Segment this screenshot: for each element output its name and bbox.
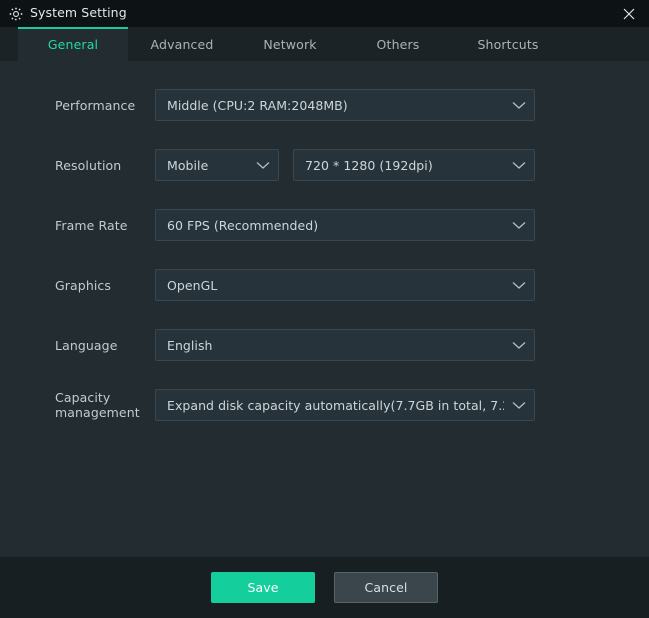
capacity-management-select[interactable]: Expand disk capacity automatically(7.7GB…: [155, 389, 535, 421]
frame-rate-select[interactable]: 60 FPS (Recommended): [155, 209, 535, 241]
chevron-down-icon: [504, 101, 534, 110]
resolution-size-select[interactable]: 720 * 1280 (192dpi): [293, 149, 535, 181]
chevron-down-icon: [504, 221, 534, 230]
chevron-down-icon: [248, 161, 278, 170]
label-language: Language: [55, 337, 118, 353]
row-resolution: Resolution Mobile 720 * 1280 (192dpi): [0, 149, 649, 181]
tab-general-label: General: [47, 36, 99, 52]
tab-shortcuts-label: Shortcuts: [477, 36, 539, 52]
frame-rate-select-value: 60 FPS (Recommended): [167, 217, 319, 233]
resolution-size-value: 720 * 1280 (192dpi): [305, 157, 433, 173]
performance-select[interactable]: Middle (CPU:2 RAM:2048MB): [155, 89, 535, 121]
cancel-button[interactable]: Cancel: [334, 572, 438, 603]
label-graphics: Graphics: [55, 277, 112, 293]
cancel-button-label: Cancel: [364, 580, 408, 595]
performance-select-value: Middle (CPU:2 RAM:2048MB): [167, 97, 348, 113]
capacity-management-value: Expand disk capacity automatically(7.7GB…: [167, 397, 504, 413]
label-resolution: Resolution: [55, 157, 122, 173]
graphics-select-value: OpenGL: [167, 277, 218, 293]
row-capacity-management: Capacity management Expand disk capacity…: [0, 389, 649, 421]
save-button-label: Save: [247, 580, 279, 595]
row-language: Language English: [0, 329, 649, 361]
window-title: System Setting: [30, 5, 127, 21]
language-select[interactable]: English: [155, 329, 535, 361]
tab-general[interactable]: General: [18, 27, 128, 61]
system-setting-window: System Setting General Advanced Network …: [0, 0, 649, 618]
tab-shortcuts[interactable]: Shortcuts: [452, 27, 564, 61]
label-capacity-management: Capacity management: [55, 390, 140, 420]
label-performance: Performance: [55, 97, 136, 113]
resolution-mode-select[interactable]: Mobile: [155, 149, 279, 181]
row-frame-rate: Frame Rate 60 FPS (Recommended): [0, 209, 649, 241]
tab-others[interactable]: Others: [344, 27, 452, 61]
row-performance: Performance Middle (CPU:2 RAM:2048MB): [0, 89, 649, 121]
chevron-down-icon: [504, 161, 534, 170]
label-frame-rate: Frame Rate: [55, 217, 128, 233]
tab-bar: General Advanced Network Others Shortcut…: [0, 27, 649, 61]
save-button[interactable]: Save: [211, 572, 315, 603]
tab-advanced[interactable]: Advanced: [128, 27, 236, 61]
tab-advanced-label: Advanced: [150, 36, 214, 52]
settings-panel: Performance Middle (CPU:2 RAM:2048MB) Re…: [0, 61, 649, 557]
resolution-mode-value: Mobile: [167, 157, 209, 173]
chevron-down-icon: [504, 281, 534, 290]
tab-others-label: Others: [376, 36, 420, 52]
close-icon: [623, 8, 635, 19]
graphics-select[interactable]: OpenGL: [155, 269, 535, 301]
language-select-value: English: [167, 337, 213, 353]
title-bar: System Setting: [0, 0, 649, 27]
tab-network-label: Network: [263, 36, 317, 52]
tab-network[interactable]: Network: [236, 27, 344, 61]
chevron-down-icon: [504, 401, 534, 410]
dialog-footer: Save Cancel: [0, 557, 649, 618]
gear-icon: [9, 7, 23, 20]
close-button[interactable]: [609, 0, 649, 27]
chevron-down-icon: [504, 341, 534, 350]
row-graphics: Graphics OpenGL: [0, 269, 649, 301]
